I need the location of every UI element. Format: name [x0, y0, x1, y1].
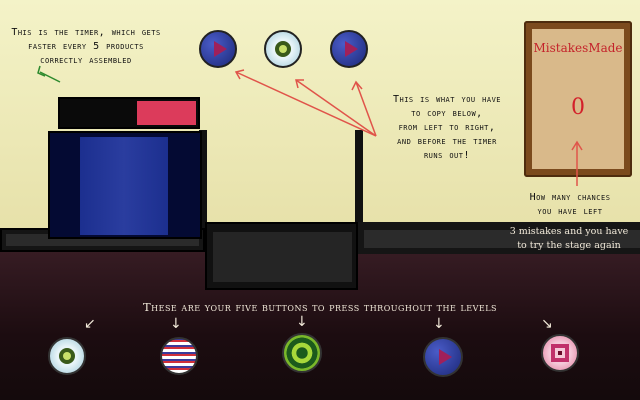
- arrow-line: [235, 71, 377, 137]
- arrow-line: [295, 79, 377, 137]
- play-icon: [214, 41, 227, 57]
- down-arrow-icon: ↙: [84, 316, 96, 332]
- eye-icon: [275, 41, 291, 57]
- ring-icon: [284, 335, 320, 371]
- eye-icon: [59, 348, 75, 364]
- square-orb-button[interactable]: [541, 334, 579, 372]
- play-icon: [345, 41, 358, 57]
- arrow-line: [39, 71, 61, 83]
- eye-orb-button[interactable]: [48, 337, 86, 375]
- down-arrow-icon: ↓: [433, 316, 445, 332]
- target-blue-play-orb: [199, 30, 237, 68]
- play-icon: [439, 349, 452, 365]
- play-orb-button[interactable]: [423, 337, 463, 377]
- down-arrow-icon: ↓: [170, 316, 182, 332]
- down-arrow-icon: ↓: [296, 314, 308, 330]
- buttons-note: These are your five buttons to press thr…: [142, 300, 498, 314]
- ring-orb-button[interactable]: [282, 333, 322, 373]
- target-blue-play-orb: [330, 30, 368, 68]
- target-white-green-eye-orb: [264, 30, 302, 68]
- static-orb-button[interactable]: [160, 337, 198, 375]
- square-icon: [551, 344, 569, 362]
- down-arrow-icon: ↘: [541, 316, 553, 332]
- static-icon: [162, 339, 196, 373]
